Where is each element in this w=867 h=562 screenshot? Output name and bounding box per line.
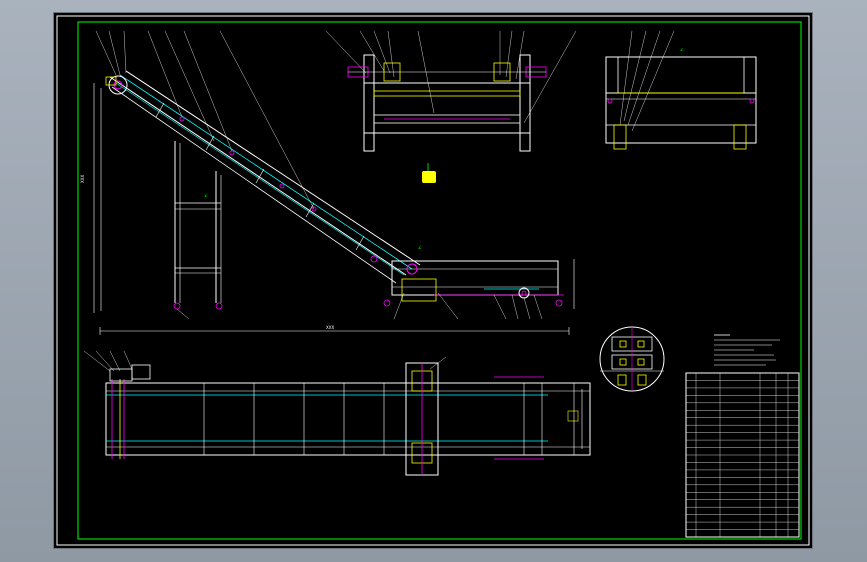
drawing-sheet: XXX XXX ∠ ∠ ∠: [54, 13, 812, 548]
svg-text:∠: ∠: [418, 245, 422, 250]
drawing-canvas: XXX XXX ∠ ∠ ∠: [56, 15, 810, 546]
top-view: [83, 350, 591, 476]
svg-text:∠: ∠: [680, 47, 684, 52]
end-view-tail: ∠: [605, 30, 757, 150]
inner-border: [77, 21, 802, 540]
cad-viewport: XXX XXX ∠ ∠ ∠: [0, 0, 867, 562]
side-view: XXX XXX ∠ ∠: [80, 30, 575, 335]
view-marker: [422, 163, 436, 183]
svg-text:∠: ∠: [204, 193, 208, 198]
title-block: [685, 372, 800, 538]
end-view-head: [325, 30, 577, 152]
svg-text:XXX: XXX: [80, 175, 85, 183]
detail-view: [599, 326, 665, 392]
svg-text:XXX: XXX: [326, 325, 334, 330]
technical-notes: [714, 334, 780, 366]
